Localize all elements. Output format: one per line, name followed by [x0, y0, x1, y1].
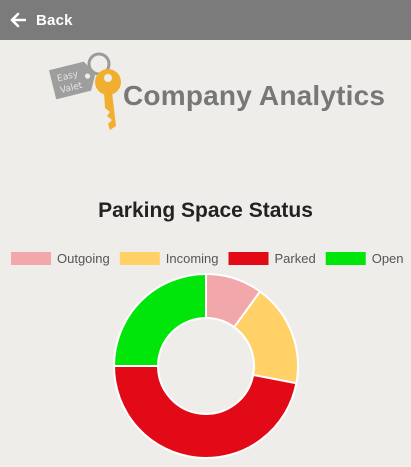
chart-slices — [112, 272, 299, 459]
legend-swatch-incoming[interactable] — [119, 252, 160, 265]
chart-legend: Outgoing Incoming Parked Open — [11, 251, 404, 266]
legend-swatch-outgoing[interactable] — [11, 252, 51, 265]
legend-label-incoming[interactable]: Incoming — [166, 251, 219, 266]
slice-parked[interactable] — [112, 365, 298, 459]
slice-open[interactable] — [112, 272, 207, 367]
legend-swatch-parked[interactable] — [228, 252, 269, 265]
legend-swatch-open[interactable] — [325, 252, 366, 265]
donut-chart: Outgoing Incoming Parked Open — [11, 251, 404, 459]
legend-label-parked[interactable]: Parked — [275, 251, 316, 266]
legend-label-outgoing[interactable]: Outgoing — [57, 251, 110, 266]
legend-label-open[interactable]: Open — [372, 251, 404, 266]
